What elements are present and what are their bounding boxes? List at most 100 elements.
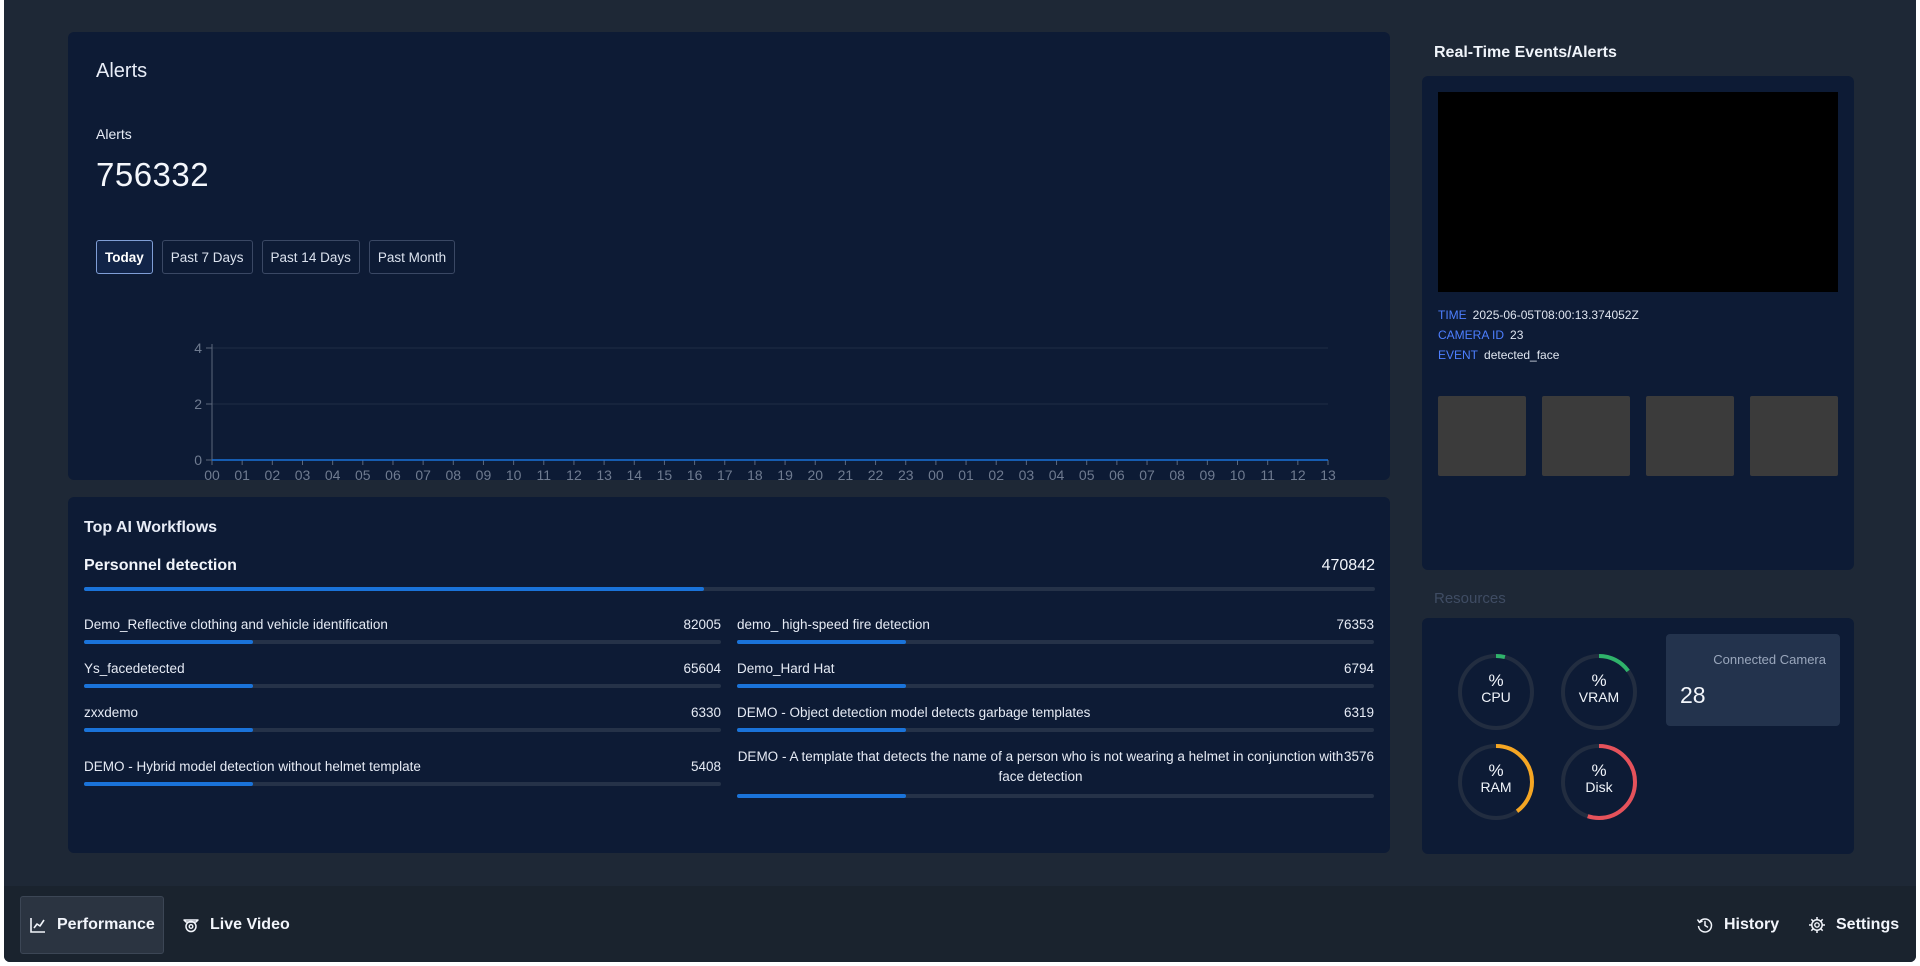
event-time: TIME 2025-06-05T08:00:13.374052Z	[1438, 308, 1639, 322]
workflow-item: zxxdemo 6330	[84, 703, 721, 732]
workflow-item-value: 6319	[1343, 704, 1374, 720]
app-window: Alerts Alerts 756332 Today Past 7 Days P…	[4, 0, 1916, 962]
range-past-14-days-button[interactable]: Past 14 Days	[261, 240, 360, 274]
chart-x-tick-label: 20	[807, 467, 823, 480]
workflow-item-bar	[84, 728, 721, 732]
disk-gauge: % Disk	[1559, 742, 1639, 822]
chart-x-tick-label: 15	[657, 467, 673, 480]
workflow-item-bar-fill	[84, 640, 253, 644]
chart-x-tick-label: 16	[687, 467, 703, 480]
workflow-item-name: Demo_Hard Hat	[737, 660, 835, 676]
chart-x-tick-label: 08	[1169, 467, 1185, 480]
workflow-top-name: Personnel detection	[84, 557, 237, 574]
realtime-events-title: Real-Time Events/Alerts	[1434, 44, 1617, 61]
event-type: EVENT detected_face	[1438, 348, 1559, 362]
workflow-item: Demo_Reflective clothing and vehicle ide…	[84, 615, 721, 644]
range-past-month-button[interactable]: Past Month	[368, 240, 456, 274]
event-time-value: 2025-06-05T08:00:13.374052Z	[1472, 308, 1639, 322]
chart-x-tick-label: 00	[204, 467, 220, 480]
chart-x-tick-label: 04	[325, 467, 341, 480]
chart-x-tick-label: 10	[506, 467, 522, 480]
workflow-top-bar	[84, 587, 1375, 591]
workflow-item-value: 6330	[690, 704, 721, 720]
workflow-item-value: 6794	[1343, 660, 1374, 676]
event-camera-label: CAMERA ID	[1438, 328, 1505, 342]
chart-x-tick-label: 12	[1290, 467, 1306, 480]
range-past-7-days-button[interactable]: Past 7 Days	[161, 240, 253, 274]
workflow-item-value: 3576	[1343, 749, 1374, 764]
nav-settings-button[interactable]: Settings	[1800, 896, 1907, 954]
nav-performance-button[interactable]: Performance	[20, 896, 164, 954]
workflow-item-value: 5408	[690, 758, 721, 774]
vram-gauge-symbol: %	[1591, 671, 1607, 690]
chart-x-tick-label: 17	[717, 467, 733, 480]
chart-x-tick-label: 11	[537, 467, 552, 480]
range-button-group: Today Past 7 Days Past 14 Days Past Mont…	[96, 240, 456, 274]
workflow-item: Ys_facedetected 65604	[84, 659, 721, 688]
chart-line-icon	[30, 918, 45, 933]
range-today-button[interactable]: Today	[96, 240, 153, 274]
resources-title: Resources	[1434, 590, 1506, 607]
vram-gauge-label: VRAM	[1578, 689, 1620, 705]
event-thumbnail[interactable]	[1750, 396, 1838, 476]
connected-camera-label: Connected Camera	[1713, 652, 1826, 667]
event-camera-value: 23	[1510, 328, 1524, 342]
chart-x-tick-label: 21	[838, 467, 854, 480]
event-thumbnail[interactable]	[1646, 396, 1734, 476]
alerts-count: 756332	[96, 156, 210, 193]
workflow-item-bar	[737, 794, 1374, 798]
chart-x-tick-label: 05	[1079, 467, 1095, 480]
workflow-item-name: Demo_Reflective clothing and vehicle ide…	[84, 616, 388, 632]
workflow-item: DEMO - Object detection model detects ga…	[737, 703, 1374, 732]
event-thumbnail[interactable]	[1438, 396, 1526, 476]
alerts-line-chart: 02400 01 02 03 04 05 06 07 08 09 10 11 12 13 14 15 16 17 1…	[194, 340, 1336, 480]
chart-x-tick-label: 06	[385, 467, 401, 480]
workflow-item-bar-fill	[737, 728, 906, 732]
nav-history-label: History	[1724, 916, 1780, 933]
nav-performance-label: Performance	[57, 916, 155, 933]
event-camera: CAMERA ID 23	[1438, 328, 1523, 342]
chart-x-tick-label: 09	[1200, 467, 1216, 480]
chart-x-tick-label: 10	[1230, 467, 1246, 480]
chart-x-tick-label: 07	[1139, 467, 1155, 480]
alerts-card-title: Alerts	[96, 60, 148, 82]
workflow-item: demo_ high-speed fire detection 76353	[737, 615, 1374, 644]
event-type-value: detected_face	[1484, 348, 1560, 362]
chart-x-tick-label: 23	[898, 467, 914, 480]
workflow-item-bar	[737, 684, 1374, 688]
event-video-player[interactable]	[1438, 92, 1838, 292]
event-time-label: TIME	[1438, 308, 1467, 322]
chart-y-tick-label: 0	[194, 452, 202, 468]
chart-x-tick-label: 19	[777, 467, 793, 480]
chart-x-tick-label: 12	[566, 467, 582, 480]
workflow-item-bar	[737, 728, 1374, 732]
chart-x-tick-label: 02	[988, 467, 1004, 480]
vram-gauge: % VRAM	[1559, 652, 1639, 732]
realtime-events-card: TIME 2025-06-05T08:00:13.374052Z CAMERA I…	[1422, 76, 1854, 570]
event-type-label: EVENT	[1438, 348, 1479, 362]
connected-camera-count: 28	[1680, 682, 1706, 708]
workflow-item-bar	[737, 640, 1374, 644]
workflow-item-name: DEMO - Hybrid model detection without he…	[84, 758, 421, 774]
workflow-item-bar-fill	[737, 794, 906, 798]
cpu-gauge-symbol: %	[1488, 671, 1504, 690]
event-thumbnails	[1438, 396, 1838, 476]
chart-y-tick-label: 2	[194, 396, 202, 412]
event-thumbnail[interactable]	[1542, 396, 1630, 476]
disk-gauge-symbol: %	[1591, 761, 1607, 780]
workflows-card: Top AI Workflows Personnel detection 470…	[68, 497, 1390, 853]
resources-card: % CPU % VRAM % RAM % Disk Connected Camera 2…	[1422, 618, 1854, 854]
workflow-item-bar-fill	[737, 684, 906, 688]
workflow-item-name: Ys_facedetected	[84, 660, 185, 676]
workflow-item-bar	[84, 782, 721, 786]
workflow-item-name: demo_ high-speed fire detection	[737, 616, 930, 632]
cpu-gauge: % CPU	[1456, 652, 1536, 732]
chart-x-tick-label: 02	[265, 467, 281, 480]
chart-y-tick-label: 4	[194, 340, 202, 356]
ram-gauge-label: RAM	[1480, 779, 1512, 795]
nav-history-button[interactable]: History	[1688, 896, 1787, 954]
bottom-nav-bar: Performance Live Video History Settings	[4, 886, 1916, 962]
chart-x-tick-label: 00	[928, 467, 944, 480]
connected-camera-box: Connected Camera 28	[1666, 634, 1840, 726]
nav-live-video-button[interactable]: Live Video	[174, 896, 298, 954]
